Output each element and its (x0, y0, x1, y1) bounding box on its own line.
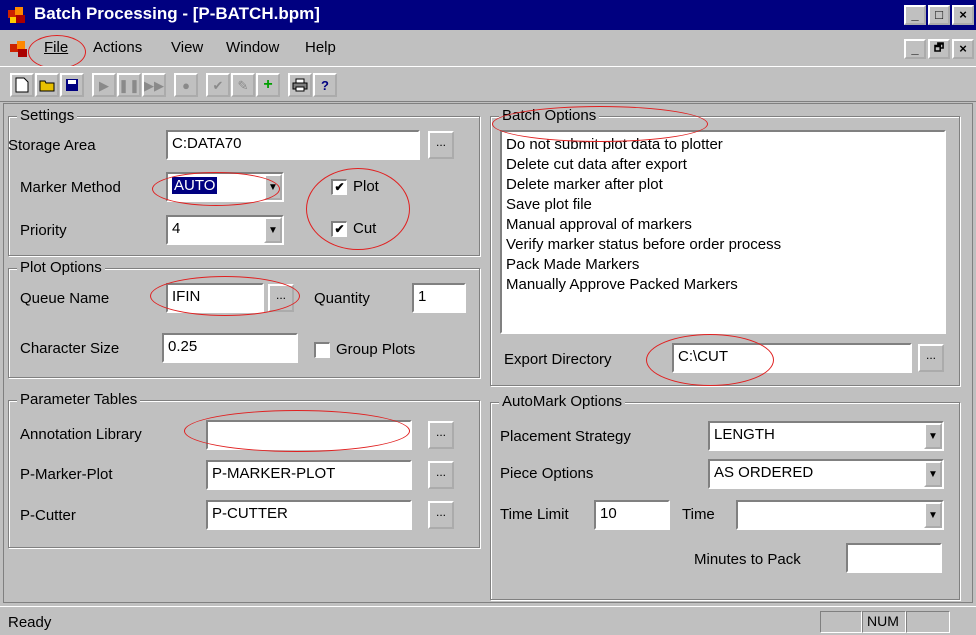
placement-strategy-select[interactable]: LENGTH (708, 421, 944, 451)
priority-label: Priority (20, 222, 67, 239)
storage-area-label: Storage Area (8, 137, 96, 154)
plot-checkbox[interactable]: ✔ Plot (331, 178, 379, 195)
character-size-label: Character Size (20, 340, 120, 357)
status-panel-caps (820, 611, 862, 633)
queue-name-field[interactable]: IFIN (166, 283, 264, 313)
cutter-browse-button[interactable]: ... (428, 501, 454, 529)
chevron-down-icon[interactable]: ▼ (924, 423, 942, 449)
marker-method-label: Marker Method (20, 179, 121, 196)
list-item[interactable]: Verify marker status before order proces… (506, 235, 940, 255)
play-icon[interactable]: ▶ (92, 73, 116, 97)
batch-options-list[interactable]: Do not submit plot data to plotter Delet… (500, 130, 946, 334)
child-restore-button[interactable]: 🗗 (928, 39, 950, 59)
storage-browse-button[interactable]: ... (428, 131, 454, 159)
help-icon[interactable]: ? (313, 73, 337, 97)
list-item[interactable]: Pack Made Markers (506, 255, 940, 275)
new-icon[interactable] (10, 73, 34, 97)
chevron-down-icon[interactable]: ▼ (264, 174, 282, 200)
maximize-button[interactable]: □ (928, 5, 950, 25)
marker-plot-browse-button[interactable]: ... (428, 461, 454, 489)
list-item[interactable]: Delete cut data after export (506, 155, 940, 175)
checkbox-box (314, 341, 330, 358)
minutes-to-pack-label: Minutes to Pack (694, 551, 801, 568)
minimize-button[interactable]: _ (904, 5, 926, 25)
menu-window[interactable]: Window (226, 39, 279, 56)
status-text: Ready (8, 614, 52, 631)
list-item[interactable]: Manually Approve Packed Markers (506, 275, 940, 295)
export-browse-button[interactable]: ... (918, 344, 944, 372)
quantity-field[interactable]: 1 (412, 283, 466, 313)
automark-options-legend: AutoMark Options (499, 393, 626, 410)
status-bar: Ready NUM (0, 606, 976, 635)
placement-strategy-label: Placement Strategy (500, 428, 631, 445)
window-title: Batch Processing - [P-BATCH.bpm] (34, 4, 320, 23)
list-item[interactable]: Delete marker after plot (506, 175, 940, 195)
group-plots-checkbox[interactable]: Group Plots (314, 341, 415, 358)
menu-file[interactable]: File (44, 39, 68, 56)
annotation-library-field[interactable] (206, 420, 412, 450)
menu-view[interactable]: View (171, 39, 203, 56)
character-size-field[interactable]: 0.25 (162, 333, 298, 363)
piece-options-label: Piece Options (500, 465, 594, 482)
record-icon[interactable]: ● (174, 73, 198, 97)
queue-name-label: Queue Name (20, 290, 110, 307)
title-bar: Batch Processing - [P-BATCH.bpm] _ □ × (0, 0, 976, 30)
checkbox-box: ✔ (331, 178, 347, 195)
p-cutter-label: P-Cutter (20, 507, 76, 524)
queue-browse-button[interactable]: ... (268, 284, 294, 312)
parameter-tables-legend: Parameter Tables (17, 391, 141, 408)
storage-area-field[interactable]: C:DATA70 (166, 130, 420, 160)
quantity-label: Quantity (314, 290, 370, 307)
approve-pack-icon[interactable]: ✎ (231, 73, 255, 97)
plot-options-legend: Plot Options (17, 259, 105, 276)
annotation-browse-button[interactable]: ... (428, 421, 454, 449)
chevron-down-icon[interactable]: ▼ (924, 502, 942, 528)
checkbox-box: ✔ (331, 220, 347, 237)
fast-forward-icon[interactable]: ▶▶ (142, 73, 166, 97)
p-cutter-field[interactable]: P-CUTTER (206, 500, 412, 530)
child-close-button[interactable]: × (952, 39, 974, 59)
minutes-to-pack-field[interactable] (846, 543, 942, 573)
piece-options-select[interactable]: AS ORDERED (708, 459, 944, 489)
open-folder-icon[interactable] (35, 73, 59, 97)
time-limit-label: Time Limit (500, 506, 569, 523)
menu-actions[interactable]: Actions (93, 39, 142, 56)
save-icon[interactable] (60, 73, 84, 97)
print-icon[interactable] (288, 73, 312, 97)
chevron-down-icon[interactable]: ▼ (924, 461, 942, 487)
toolbar: ▶ ❚❚ ▶▶ ● ✔ ✎ + ? (0, 66, 976, 102)
batch-options-legend: Batch Options (499, 107, 600, 124)
child-minimize-button[interactable]: _ (904, 39, 926, 59)
export-directory-field[interactable]: C:\CUT (672, 343, 912, 373)
menu-help[interactable]: Help (305, 39, 336, 56)
export-directory-label: Export Directory (504, 351, 612, 368)
close-button[interactable]: × (952, 5, 974, 25)
p-marker-plot-field[interactable]: P-MARKER-PLOT (206, 460, 412, 490)
status-panel-num: NUM (862, 611, 906, 633)
time-limit-field[interactable]: 10 (594, 500, 670, 530)
time-select[interactable] (736, 500, 944, 530)
app-icon (8, 7, 25, 23)
p-marker-plot-label: P-Marker-Plot (20, 466, 113, 483)
settings-legend: Settings (17, 107, 78, 124)
add-icon[interactable]: + (256, 73, 280, 97)
list-item[interactable]: Manual approval of markers (506, 215, 940, 235)
cut-checkbox[interactable]: ✔ Cut (331, 220, 376, 237)
time-label: Time (682, 506, 715, 523)
annotation-library-label: Annotation Library (20, 426, 142, 443)
list-item[interactable]: Do not submit plot data to plotter (506, 135, 940, 155)
menu-bar: File Actions View Window Help _ 🗗 × (0, 31, 976, 65)
list-item[interactable]: Save plot file (506, 195, 940, 215)
approve-check-icon[interactable]: ✔ (206, 73, 230, 97)
document-icon[interactable] (8, 39, 30, 59)
chevron-down-icon[interactable]: ▼ (264, 217, 282, 243)
pause-icon[interactable]: ❚❚ (117, 73, 141, 97)
status-panel-scroll (906, 611, 950, 633)
